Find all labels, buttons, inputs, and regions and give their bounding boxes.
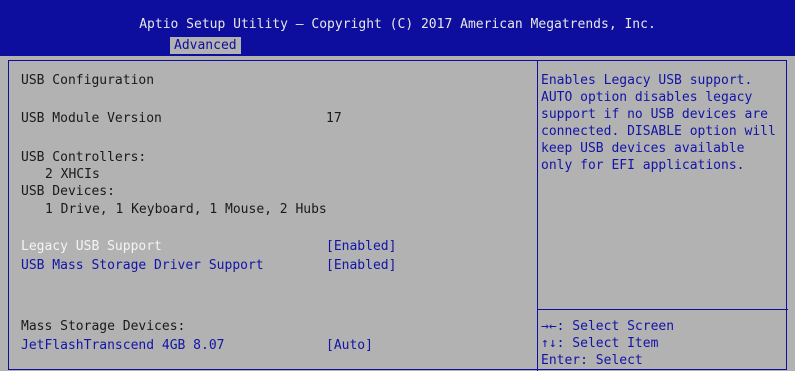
main-frame: USB Configuration USB Module Version 17 … [8,60,788,371]
help-line: connected. DISABLE option will [541,124,776,139]
mass-storage-driver-value[interactable]: [Enabled] [326,257,396,274]
legacy-usb-support-value[interactable]: [Enabled] [326,238,396,255]
devices-value: 1 Drive, 1 Keyboard, 1 Mouse, 2 Hubs [45,202,327,217]
help-line: Enables Legacy USB support. [541,73,753,88]
key-hint-select-item: ↑↓: Select Item [541,336,659,351]
title-bar: Aptio Setup Utility – Copyright (C) 2017… [0,0,795,56]
module-version-label: USB Module Version [21,111,162,126]
key-hint-select-screen: →←: Select Screen [541,319,675,334]
tab-advanced[interactable]: Advanced [170,37,241,54]
help-line: only for EFI applications. [541,158,745,173]
module-version-value: 17 [326,111,342,126]
storage-device-jetflash-value[interactable]: [Auto] [326,337,373,354]
controllers-value: 2 XHCIs [45,167,100,182]
mass-storage-devices-label: Mass Storage Devices: [21,319,186,334]
legacy-usb-support-label[interactable]: Legacy USB Support [21,238,162,255]
storage-device-jetflash-label[interactable]: JetFlashTranscend 4GB 8.07 [21,337,225,354]
mass-storage-driver-label[interactable]: USB Mass Storage Driver Support [21,257,264,274]
help-line: keep USB devices available [541,141,745,156]
controllers-label: USB Controllers: [21,150,147,165]
help-line: support if no USB devices are [541,107,768,122]
key-hint-enter-select: Enter: Select [541,353,643,368]
help-line: AUTO option disables legacy [541,90,753,105]
help-separator [538,309,788,310]
bios-title: Aptio Setup Utility – Copyright (C) 2017… [139,17,656,32]
devices-label: USB Devices: [21,184,115,199]
panel-divider [537,61,538,371]
section-title: USB Configuration [21,73,155,88]
